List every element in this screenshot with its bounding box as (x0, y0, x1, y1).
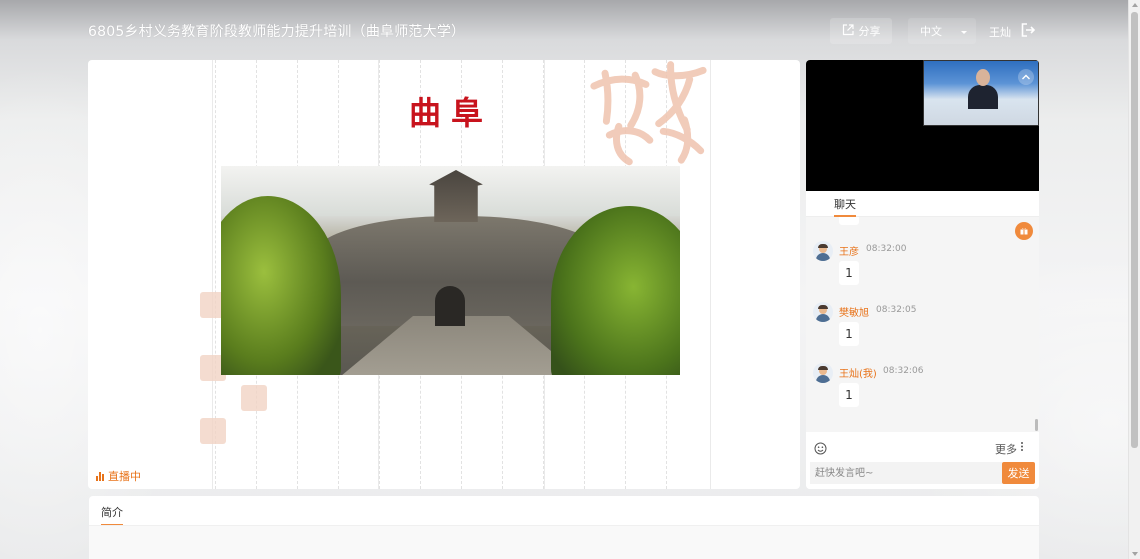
scrollbar-thumb[interactable] (1131, 12, 1138, 448)
message-bubble-partial: 1 (839, 217, 859, 225)
more-button[interactable]: 更多 (995, 441, 1024, 457)
message-bubble: 1 (839, 261, 859, 285)
slide-photo-city-wall (221, 166, 680, 375)
message-sender[interactable]: 王灿(我) (839, 365, 877, 380)
message-time: 08:32:06 (883, 366, 924, 376)
seal-stamp-decoration (241, 385, 267, 411)
scroll-down-arrow-icon[interactable] (1132, 552, 1138, 556)
emoji-icon[interactable] (814, 440, 827, 455)
message-time: 08:32:05 (876, 305, 917, 315)
send-button[interactable]: 发送 (1002, 462, 1035, 484)
message-bubble: 1 (839, 322, 859, 346)
share-icon (842, 23, 854, 39)
presenter-figure (968, 69, 998, 109)
message-sender[interactable]: 王彦 (839, 243, 859, 258)
chat-scrollbar[interactable] (1035, 419, 1038, 431)
chat-input[interactable] (810, 462, 1002, 484)
tab-intro[interactable]: 简介 (101, 504, 123, 526)
share-button[interactable]: 分享 (830, 18, 892, 44)
video-player[interactable] (806, 60, 1039, 191)
message-sender[interactable]: 樊敏旭 (839, 304, 869, 319)
calligraphy-decoration (585, 60, 722, 170)
tab-chat[interactable]: 聊天 (834, 196, 856, 217)
message-bubble: 1 (839, 383, 859, 407)
collapse-up-icon[interactable] (1018, 69, 1034, 85)
live-label: 直播中 (108, 470, 141, 483)
scroll-up-arrow-icon[interactable] (1132, 3, 1138, 7)
language-select[interactable]: 中文 (908, 18, 976, 44)
avatar (813, 241, 833, 261)
avatar (813, 363, 833, 383)
slide-title: 曲阜 (409, 94, 494, 132)
more-label: 更多 (995, 443, 1017, 456)
chat-toolbar: 更多 (806, 432, 1039, 460)
presenter-camera-thumbnail[interactable] (923, 60, 1039, 126)
page-title: 6805乡村义务教育阶段教师能力提升培训（曲阜师范大学） (88, 24, 466, 40)
intro-panel: 简介 (89, 496, 1039, 559)
chat-message-list[interactable]: 1 王彦 08:32:00 1 樊敏旭 08:32:05 1 王灿(我) 08:… (806, 217, 1039, 432)
chat-message: 王彦 08:32:00 1 (813, 241, 1023, 299)
gift-icon[interactable] (1015, 222, 1033, 240)
chat-input-row: 发送 (806, 460, 1039, 489)
chat-message: 樊敏旭 08:32:05 1 (813, 302, 1023, 360)
page-scrollbar[interactable] (1128, 0, 1140, 559)
presentation-panel: 曲阜 直播中 (88, 60, 800, 489)
avatar (813, 302, 833, 322)
message-time: 08:32:00 (866, 244, 907, 254)
user-name[interactable]: 王灿 (989, 24, 1011, 40)
live-bars-icon (96, 471, 104, 481)
caret-down-icon (960, 25, 968, 38)
share-label: 分享 (858, 25, 881, 38)
logout-icon[interactable] (1020, 22, 1038, 40)
top-header: 6805乡村义务教育阶段教师能力提升培训（曲阜师范大学） 分享 中文 王灿 (0, 0, 1128, 60)
chat-tabs: 聊天 (806, 191, 1039, 217)
side-panel: 聊天 1 王彦 08:32:00 1 樊敏旭 08:32:05 1 王灿(我) … (806, 60, 1039, 489)
language-label: 中文 (920, 25, 942, 38)
slide-canvas: 曲阜 (88, 60, 800, 489)
live-status-badge: 直播中 (96, 468, 141, 484)
intro-content (89, 526, 1039, 559)
seal-stamp-decoration (200, 418, 226, 444)
chat-message: 王灿(我) 08:32:06 1 (813, 363, 1023, 421)
more-vertical-icon (1020, 441, 1024, 457)
